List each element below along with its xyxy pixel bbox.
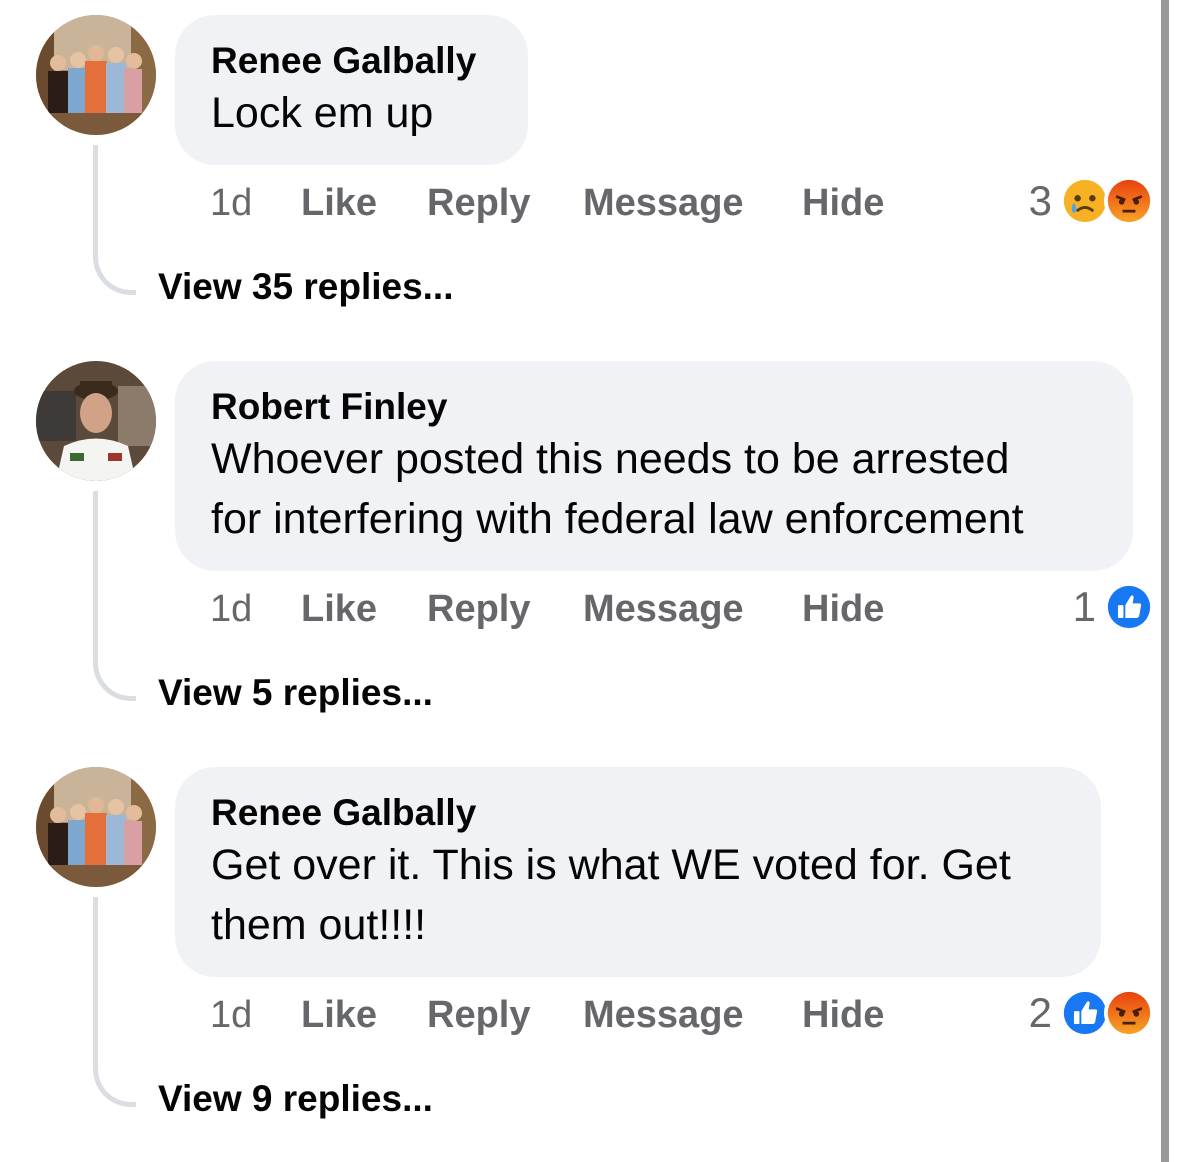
like-reaction-icon bbox=[1060, 988, 1110, 1038]
message-button[interactable]: Message bbox=[583, 994, 744, 1037]
angry-reaction-icon bbox=[1104, 988, 1154, 1038]
comment: Renee Galbally Get over it. This is what… bbox=[0, 0, 1160, 1162]
reaction-count: 2 bbox=[1028, 989, 1052, 1036]
avatar[interactable] bbox=[36, 767, 156, 887]
hide-button[interactable]: Hide bbox=[802, 994, 884, 1037]
view-replies-link[interactable]: View 9 replies... bbox=[158, 1078, 433, 1120]
reaction-summary[interactable]: 2 bbox=[1029, 987, 1154, 1039]
like-button[interactable]: Like bbox=[301, 994, 377, 1037]
thread-line bbox=[93, 897, 136, 1107]
comment-text: them out!!!! bbox=[211, 901, 427, 949]
comment-time[interactable]: 1d bbox=[210, 994, 252, 1037]
comment-text: Get over it. This is what WE voted for. … bbox=[211, 841, 1011, 889]
comments-page: Renee Galbally Lock em up 1d Like Reply … bbox=[0, 0, 1179, 1162]
scrollbar[interactable] bbox=[1161, 0, 1169, 1162]
reply-button[interactable]: Reply bbox=[427, 994, 530, 1037]
comment-bubble[interactable]: Renee Galbally Get over it. This is what… bbox=[175, 767, 1101, 977]
comment-author[interactable]: Renee Galbally bbox=[211, 791, 1065, 835]
